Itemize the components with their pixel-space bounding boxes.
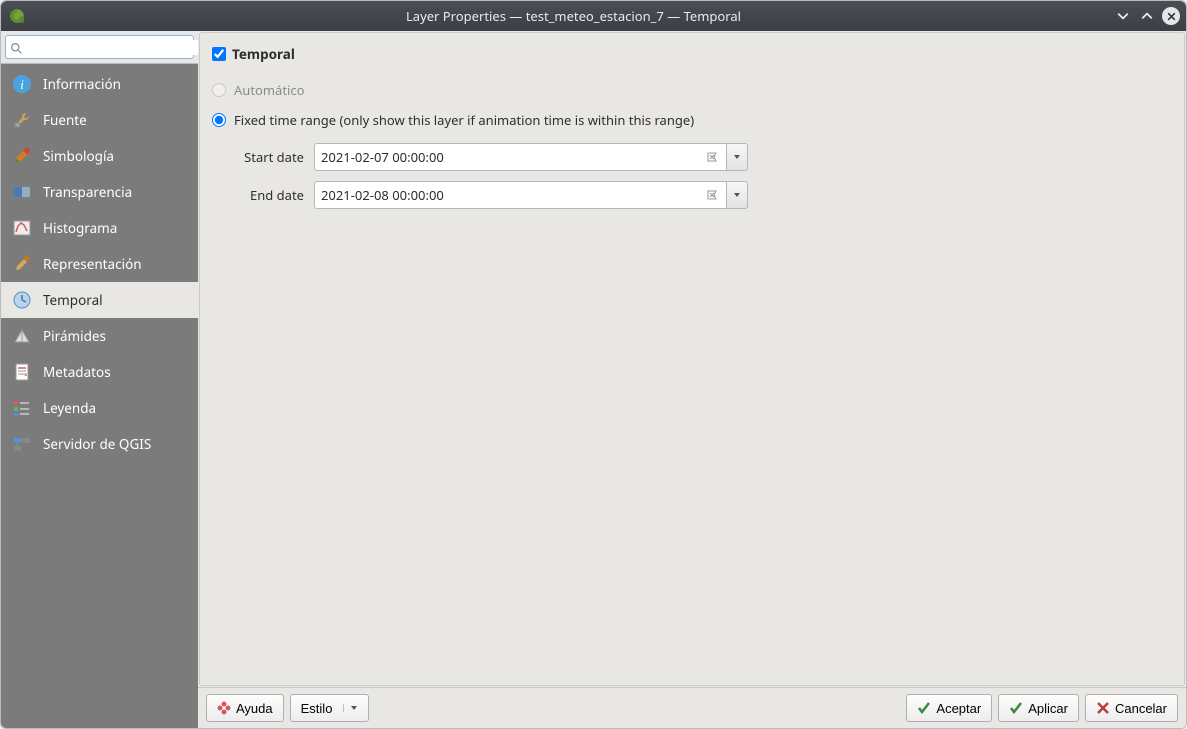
help-button-label: Ayuda	[236, 701, 273, 716]
server-icon	[11, 433, 33, 455]
brush-icon	[11, 145, 33, 167]
sidebar-item-info[interactable]: i Información	[1, 66, 198, 102]
paint-brush-icon	[11, 253, 33, 275]
sidebar-item-symbology[interactable]: Simbología	[1, 138, 198, 174]
sidebar-item-label: Fuente	[43, 111, 87, 129]
sidebar-item-label: Histograma	[43, 219, 117, 237]
sidebar-item-temporal[interactable]: Temporal	[1, 282, 198, 318]
sidebar-item-render[interactable]: Representación	[1, 246, 198, 282]
cancel-icon	[1096, 701, 1110, 715]
sidebar-item-pyramids[interactable]: Pirámides	[1, 318, 198, 354]
wrench-icon	[11, 109, 33, 131]
dialog-window: Layer Properties — test_meteo_estacion_7…	[0, 0, 1187, 729]
cancel-button-label: Cancelar	[1115, 701, 1167, 716]
sidebar-item-label: Información	[43, 75, 121, 93]
start-date-clear-icon[interactable]	[704, 149, 720, 165]
sidebar-item-histogram[interactable]: Histograma	[1, 210, 198, 246]
legend-icon	[11, 397, 33, 419]
sidebar-item-label: Leyenda	[43, 399, 96, 417]
sidebar-item-label: Metadatos	[43, 363, 111, 381]
clock-icon	[11, 289, 33, 311]
style-button-label: Estilo	[301, 701, 333, 716]
search-icon	[10, 41, 23, 54]
start-date-field: 2021-02-07 00:00:00	[314, 143, 748, 171]
mode-auto-radio	[212, 83, 226, 97]
mode-fixed-label: Fixed time range (only show this layer i…	[234, 111, 694, 129]
cancel-button[interactable]: Cancelar	[1085, 694, 1178, 722]
end-date-clear-icon[interactable]	[704, 187, 720, 203]
mode-auto-label: Automático	[234, 81, 305, 99]
sidebar-item-label: Simbología	[43, 147, 114, 165]
mode-auto-row: Automático	[212, 75, 1172, 105]
info-icon: i	[11, 73, 33, 95]
sidebar-item-label: Transparencia	[43, 183, 132, 201]
end-date-field: 2021-02-08 00:00:00	[314, 181, 748, 209]
maximize-button[interactable]	[1138, 7, 1156, 25]
ok-icon	[917, 701, 931, 715]
sidebar-item-server[interactable]: Servidor de QGIS	[1, 426, 198, 462]
mode-fixed-radio[interactable]	[212, 113, 226, 127]
search-input[interactable]	[27, 40, 203, 55]
search-container	[1, 31, 198, 64]
apply-button[interactable]: Aplicar	[998, 694, 1079, 722]
svg-text:i: i	[20, 77, 24, 92]
help-icon	[217, 701, 231, 715]
apply-button-label: Aplicar	[1028, 701, 1068, 716]
sidebar-item-label: Representación	[43, 255, 142, 273]
search-box[interactable]	[5, 35, 194, 59]
style-dropdown-icon	[343, 704, 358, 712]
end-date-input[interactable]: 2021-02-08 00:00:00	[314, 181, 726, 209]
sidebar-item-transparency[interactable]: Transparencia	[1, 174, 198, 210]
start-date-label: Start date	[220, 148, 308, 166]
start-date-dropdown-button[interactable]	[726, 143, 748, 171]
date-grid: Start date 2021-02-07 00:00:00 End date	[212, 143, 1172, 209]
sidebar-item-label: Temporal	[43, 291, 103, 309]
window-controls	[1114, 7, 1180, 25]
nav-list: i Información Fuente Simbología	[1, 64, 198, 728]
help-button[interactable]: Ayuda	[206, 694, 284, 722]
sidebar-item-label: Servidor de QGIS	[43, 435, 151, 453]
sidebar-item-metadata[interactable]: Metadatos	[1, 354, 198, 390]
qgis-icon	[7, 6, 27, 26]
transparency-icon	[11, 181, 33, 203]
sidebar-item-legend[interactable]: Leyenda	[1, 390, 198, 426]
dialog-body: i Información Fuente Simbología	[1, 31, 1186, 728]
apply-icon	[1009, 701, 1023, 715]
style-button[interactable]: Estilo	[290, 694, 370, 722]
end-date-label: End date	[220, 186, 308, 204]
sidebar: i Información Fuente Simbología	[1, 31, 198, 728]
temporal-section-label: Temporal	[232, 45, 295, 63]
ok-button[interactable]: Aceptar	[906, 694, 992, 722]
close-button[interactable]	[1162, 7, 1180, 25]
sidebar-item-source[interactable]: Fuente	[1, 102, 198, 138]
dialog-footer: Ayuda Estilo Aceptar	[198, 687, 1186, 728]
end-date-dropdown-button[interactable]	[726, 181, 748, 209]
sidebar-item-label: Pirámides	[43, 327, 106, 345]
document-icon	[11, 361, 33, 383]
temporal-panel: Temporal Automático Fixed time range (on…	[199, 32, 1185, 686]
content-pane: Temporal Automático Fixed time range (on…	[198, 31, 1186, 728]
temporal-enable-row: Temporal	[212, 41, 1172, 75]
start-date-value: 2021-02-07 00:00:00	[321, 148, 444, 166]
start-date-input[interactable]: 2021-02-07 00:00:00	[314, 143, 726, 171]
pyramid-icon	[11, 325, 33, 347]
temporal-enable-checkbox[interactable]	[212, 47, 226, 61]
window-title: Layer Properties — test_meteo_estacion_7…	[33, 7, 1114, 25]
histogram-icon	[11, 217, 33, 239]
ok-button-label: Aceptar	[936, 701, 981, 716]
end-date-value: 2021-02-08 00:00:00	[321, 186, 444, 204]
minimize-button[interactable]	[1114, 7, 1132, 25]
mode-fixed-row: Fixed time range (only show this layer i…	[212, 105, 1172, 135]
titlebar[interactable]: Layer Properties — test_meteo_estacion_7…	[1, 1, 1186, 31]
